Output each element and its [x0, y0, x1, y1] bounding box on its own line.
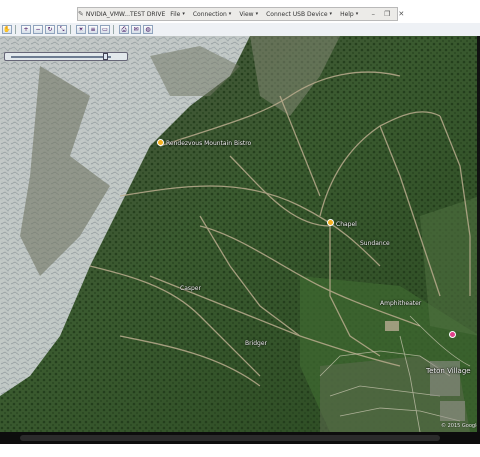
menu-view[interactable]: View ▾ [239, 11, 258, 18]
chevron-down-icon: ▾ [182, 11, 185, 17]
tilt-icon[interactable]: ⤡ [57, 25, 67, 34]
map-label: Rendezvous Mountain Bistro [166, 140, 252, 147]
earth-toolbar: ✋ + − ↻ ⤡ ☀ ≡ ▭ ⎙ ✉ ◍ [0, 23, 480, 36]
zoom-slider[interactable] [4, 52, 128, 61]
menu-help[interactable]: Help ▾ [340, 11, 358, 18]
print-icon[interactable]: ⎙ [119, 25, 129, 34]
toolbar-separator [113, 25, 114, 34]
status-bar [0, 432, 480, 444]
map-copyright: © 2015 Google [441, 423, 480, 429]
sun-icon[interactable]: ☀ [76, 25, 86, 34]
pin-icon[interactable]: ✎ [78, 10, 84, 18]
menu-file[interactable]: File ▾ [170, 11, 185, 18]
chevron-down-icon: ▾ [228, 11, 232, 17]
ruler-icon[interactable]: ▭ [100, 25, 110, 34]
toolbar-separator [70, 25, 71, 34]
map-label: Amphitheater [380, 300, 422, 307]
zoom-in-icon[interactable]: + [21, 25, 31, 34]
chevron-down-icon: ▾ [355, 11, 359, 17]
slider-thumb[interactable] [103, 53, 108, 60]
zoom-out-icon[interactable]: − [33, 25, 43, 34]
window-controls: – ❐ ✕ [366, 10, 408, 18]
close-icon[interactable]: ✕ [394, 10, 408, 18]
map-label: Chapel [336, 221, 357, 228]
horizontal-scrollbar[interactable] [20, 435, 440, 441]
satellite-imagery [0, 36, 480, 432]
layers-icon[interactable]: ≡ [88, 25, 98, 34]
chevron-down-icon: ▾ [329, 11, 333, 17]
map-label: Casper [180, 285, 201, 292]
satellite-map-view[interactable] [0, 36, 480, 432]
connection-title: NVIDIA_VMW...TEST DRIVE [85, 10, 166, 18]
map-label: Teton Village [426, 367, 471, 375]
menu-connection[interactable]: Connection ▾ [193, 11, 231, 18]
restore-icon[interactable]: ❐ [380, 10, 394, 18]
toolbar-separator [15, 25, 16, 34]
map-label: Sundance [360, 240, 390, 247]
chevron-down-icon: ▾ [255, 11, 259, 17]
menu-connect-usb-device[interactable]: Connect USB Device ▾ [266, 11, 332, 18]
placemark-icon[interactable] [327, 219, 334, 226]
hand-icon[interactable]: ✋ [2, 25, 12, 34]
slider-track [11, 56, 111, 58]
globe-icon[interactable]: ◍ [143, 25, 153, 34]
map-label: Bridger [245, 340, 268, 347]
rotate-icon[interactable]: ↻ [45, 25, 55, 34]
placemark-icon[interactable] [449, 331, 456, 338]
placemark-icon[interactable] [157, 139, 164, 146]
email-icon[interactable]: ✉ [131, 25, 141, 34]
minimize-icon[interactable]: – [366, 10, 380, 18]
remote-desktop-menubar: ✎ NVIDIA_VMW...TEST DRIVE File ▾ Connecti… [77, 7, 404, 21]
